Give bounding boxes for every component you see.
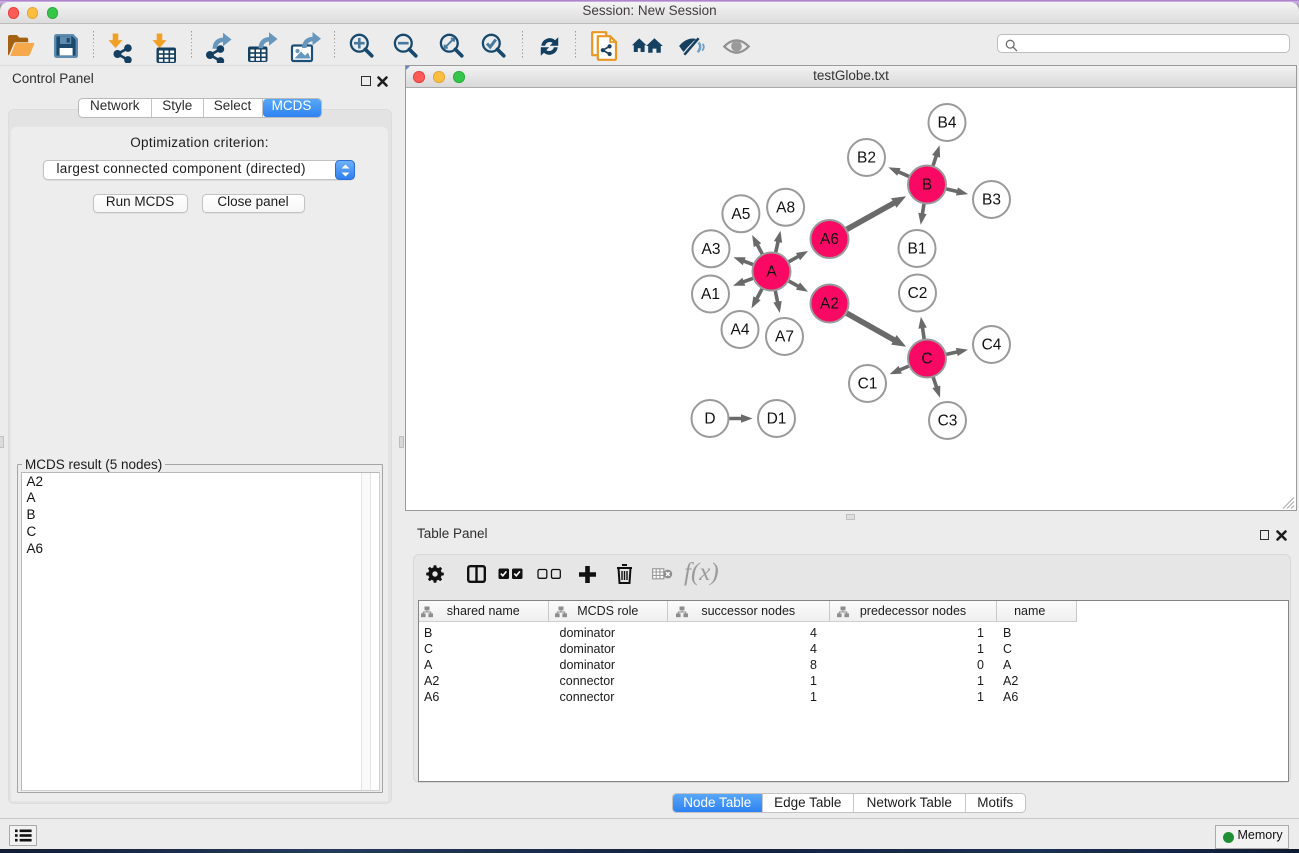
svg-text:A1: A1 [701,286,720,303]
svg-text:A3: A3 [702,241,721,258]
svg-text:B2: B2 [857,150,876,167]
svg-text:C3: C3 [938,413,958,430]
svg-text:A4: A4 [731,322,750,339]
svg-text:C1: C1 [858,376,878,393]
svg-text:A: A [766,264,777,281]
svg-text:A6: A6 [820,231,839,248]
svg-text:B4: B4 [938,115,957,132]
svg-text:B: B [922,177,932,194]
svg-text:B3: B3 [982,192,1001,209]
svg-text:C4: C4 [982,337,1002,354]
svg-text:D1: D1 [767,411,787,428]
svg-text:A8: A8 [776,200,795,217]
svg-text:A2: A2 [820,296,839,313]
svg-text:D: D [704,411,715,428]
svg-text:A5: A5 [731,206,750,223]
svg-text:C2: C2 [908,285,928,302]
svg-text:B1: B1 [908,241,927,258]
svg-text:C: C [921,351,932,368]
svg-text:A7: A7 [775,329,794,346]
